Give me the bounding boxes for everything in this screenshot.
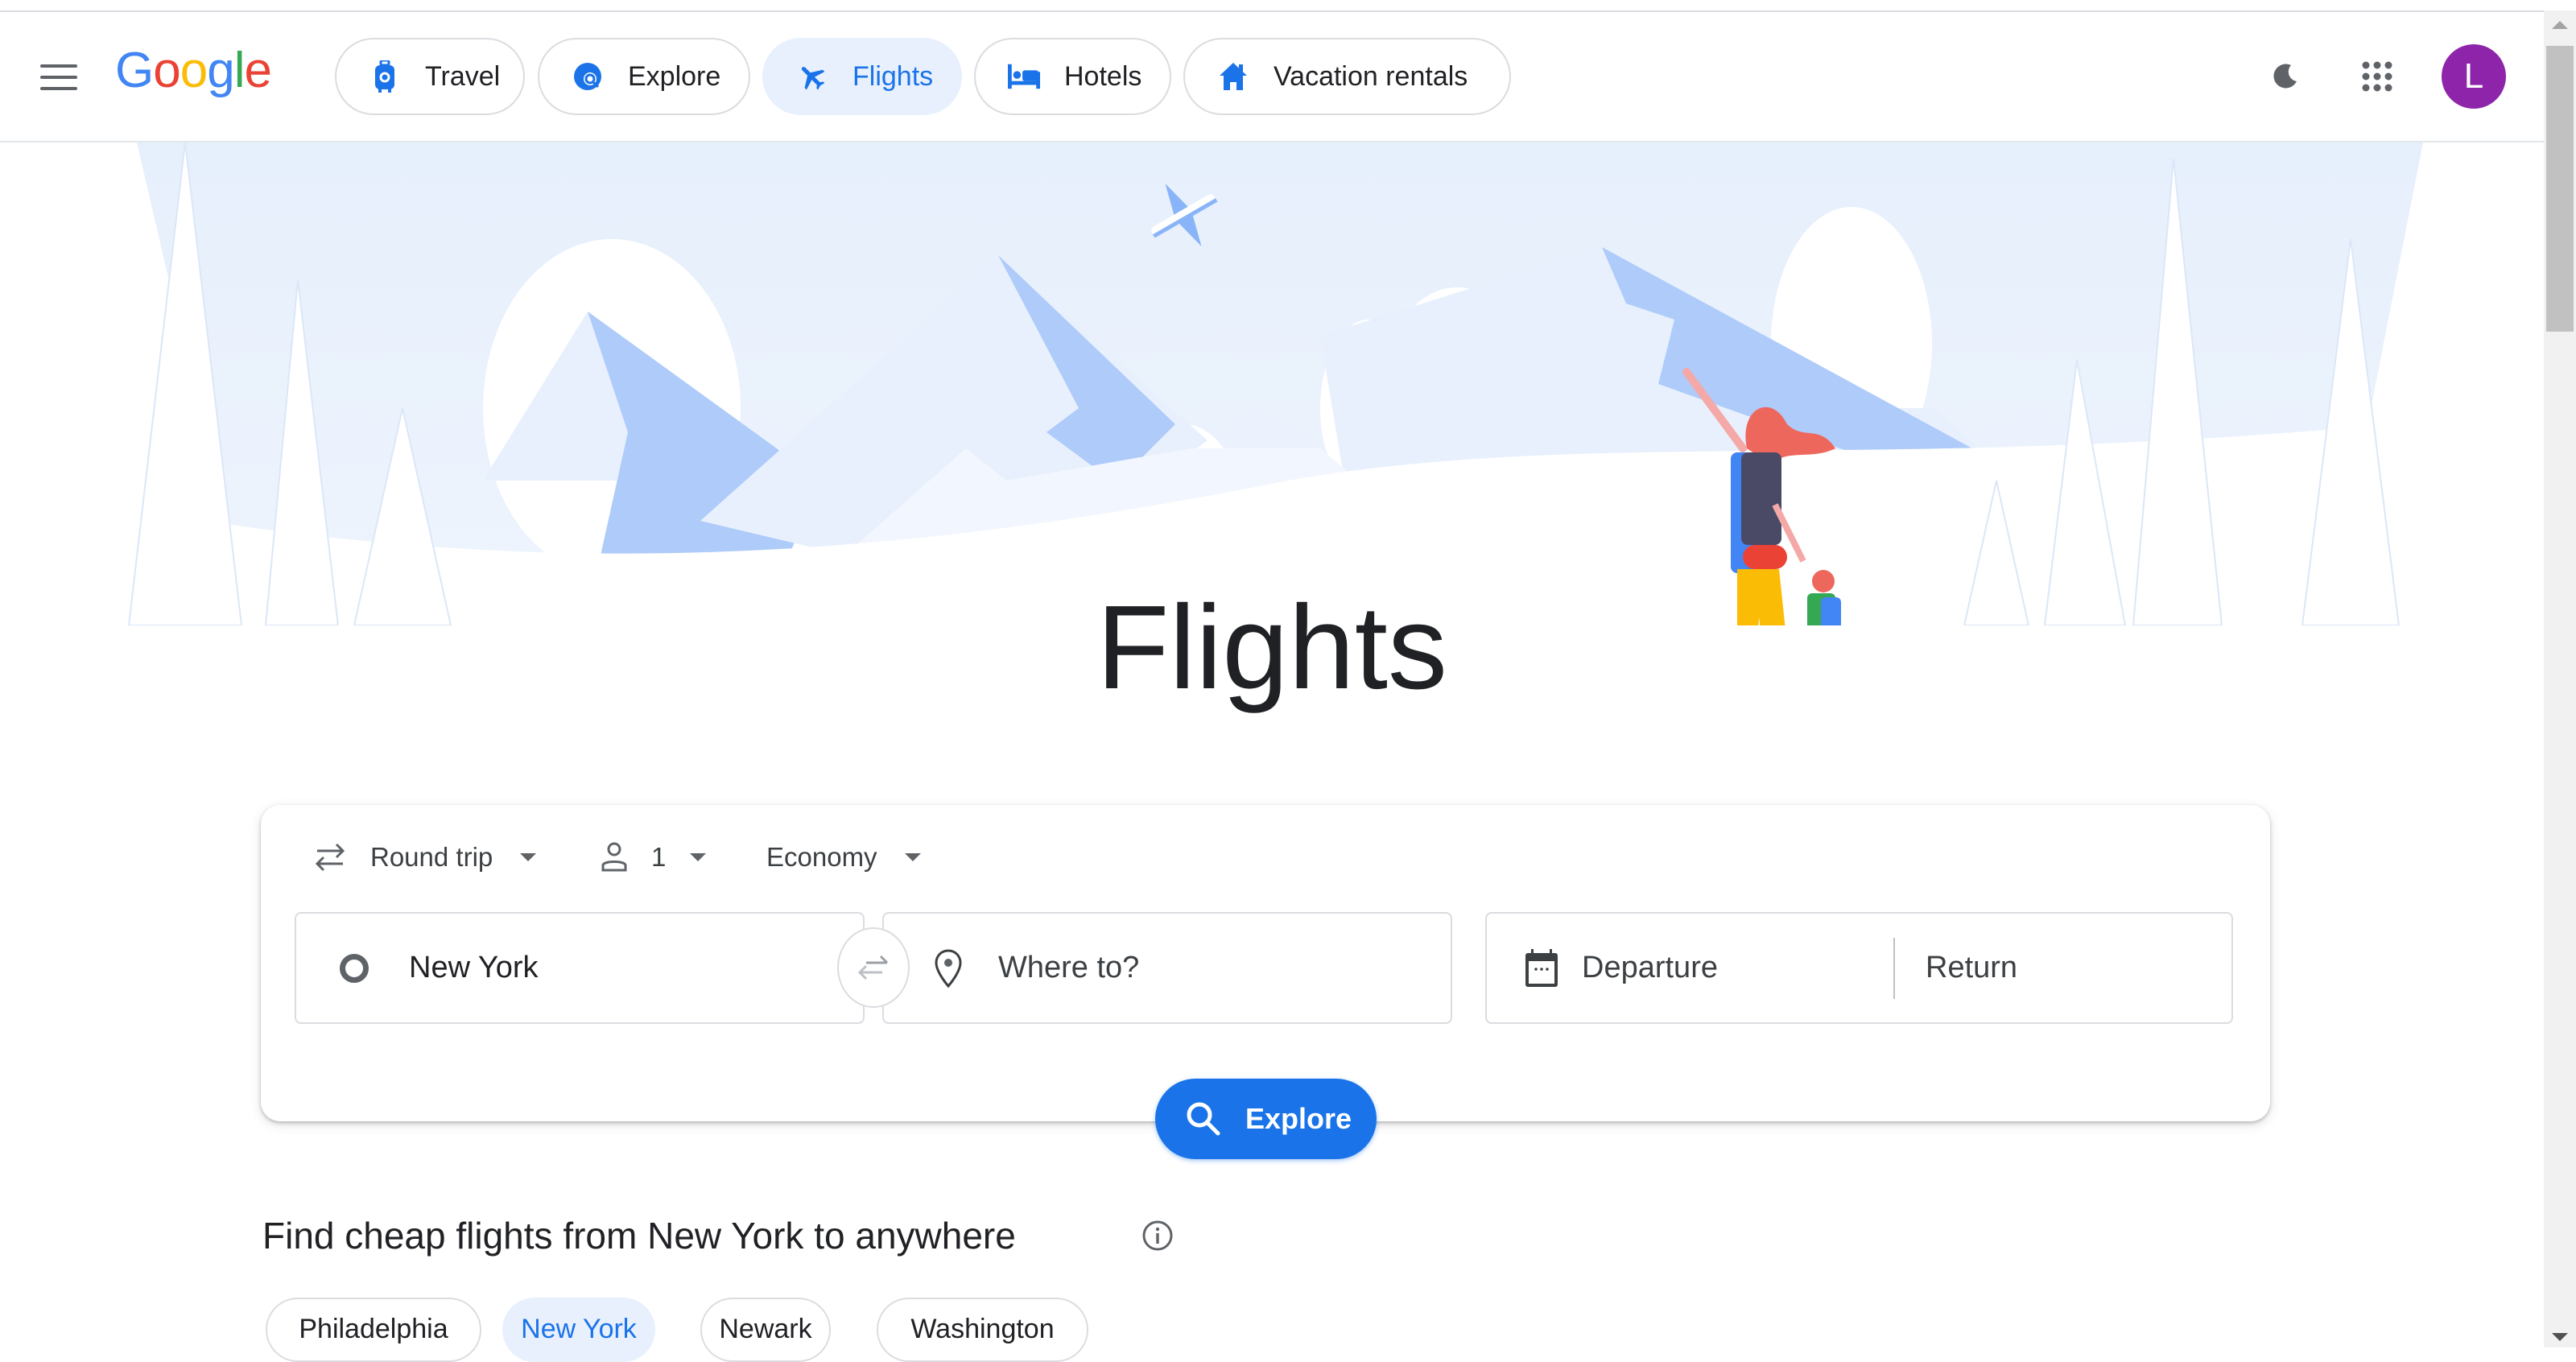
search-icon bbox=[1187, 1102, 1220, 1136]
caret-down-icon bbox=[690, 853, 707, 861]
caret-down-icon bbox=[904, 853, 921, 861]
explore-search-button[interactable]: Explore bbox=[1155, 1079, 1377, 1159]
google-apps-button[interactable] bbox=[2349, 48, 2405, 105]
city-label: Newark bbox=[719, 1314, 812, 1344]
logo-letter: o bbox=[180, 43, 208, 98]
page-title: Flights bbox=[1096, 581, 1447, 714]
tab-vacation-rentals[interactable]: Vacation rentals bbox=[1183, 38, 1511, 115]
flights-hero-illustration bbox=[0, 142, 2544, 625]
trip-type-dropdown[interactable]: Round trip bbox=[312, 833, 537, 881]
passenger-count: 1 bbox=[651, 842, 667, 872]
city-chip-newark[interactable]: Newark bbox=[700, 1298, 831, 1362]
hamburger-line bbox=[40, 76, 77, 79]
tab-label: Flights bbox=[852, 60, 934, 92]
hamburger-menu-icon bbox=[40, 64, 77, 68]
city-label: Washington bbox=[910, 1314, 1055, 1344]
tab-label: Explore bbox=[628, 60, 721, 92]
airplane-icon bbox=[796, 60, 828, 93]
person-icon bbox=[601, 842, 627, 872]
departure-date-field[interactable]: Departure bbox=[1487, 914, 1893, 1022]
city-label: Philadelphia bbox=[299, 1314, 448, 1344]
city-chip-philadelphia[interactable]: Philadelphia bbox=[266, 1298, 481, 1362]
cabin-class-dropdown[interactable]: Economy bbox=[766, 833, 921, 881]
logo-letter: e bbox=[244, 43, 271, 98]
globe-search-icon bbox=[572, 60, 604, 93]
location-pin-icon bbox=[935, 948, 962, 988]
apps-grid-icon bbox=[2362, 61, 2392, 92]
avatar-initial: L bbox=[2463, 56, 2484, 96]
departure-placeholder: Departure bbox=[1582, 951, 1718, 984]
dark-mode-toggle[interactable] bbox=[2256, 48, 2313, 105]
calendar-icon bbox=[1525, 948, 1558, 987]
scroll-up-arrow-icon[interactable] bbox=[2552, 21, 2568, 29]
date-range-input[interactable]: Departure Return bbox=[1485, 912, 2233, 1024]
return-date-field[interactable]: Return bbox=[1895, 914, 2017, 1022]
origin-input[interactable]: New York bbox=[295, 912, 865, 1024]
logo-letter: G bbox=[115, 43, 154, 98]
destination-input[interactable]: Where to? bbox=[882, 912, 1452, 1024]
logo-letter: l bbox=[233, 43, 246, 98]
cheap-flights-heading: Find cheap flights from New York to anyw… bbox=[262, 1215, 1016, 1257]
swap-locations-button[interactable] bbox=[837, 927, 910, 1008]
city-chip-new-york[interactable]: New York bbox=[502, 1298, 655, 1362]
moon-icon bbox=[2273, 64, 2297, 89]
cabin-class-value: Economy bbox=[766, 842, 877, 872]
google-logo[interactable]: Google bbox=[115, 42, 272, 99]
tab-label: Travel bbox=[425, 60, 501, 92]
tab-travel[interactable]: Travel bbox=[335, 38, 525, 115]
tab-label: Vacation rentals bbox=[1274, 60, 1468, 92]
scroll-down-arrow-icon[interactable] bbox=[2552, 1333, 2568, 1341]
caret-down-icon bbox=[520, 853, 537, 861]
logo-letter: o bbox=[153, 43, 180, 98]
destination-placeholder: Where to? bbox=[998, 951, 1140, 984]
trip-type-value: Round trip bbox=[370, 842, 493, 872]
info-icon[interactable] bbox=[1141, 1220, 1174, 1252]
origin-value: New York bbox=[409, 951, 539, 984]
tab-hotels[interactable]: Hotels bbox=[974, 38, 1171, 115]
round-trip-arrows-icon bbox=[315, 843, 345, 872]
tab-flights[interactable]: Flights bbox=[762, 38, 962, 115]
explore-label: Explore bbox=[1245, 1102, 1352, 1135]
account-avatar[interactable]: L bbox=[2442, 44, 2506, 109]
tab-label: Hotels bbox=[1064, 60, 1142, 92]
tab-explore[interactable]: Explore bbox=[538, 38, 750, 115]
return-placeholder: Return bbox=[1926, 951, 2018, 984]
bed-icon bbox=[1008, 60, 1040, 93]
logo-letter: g bbox=[207, 43, 234, 98]
city-label: New York bbox=[521, 1314, 637, 1344]
browser-top-edge bbox=[0, 0, 2544, 12]
house-icon bbox=[1217, 60, 1249, 93]
city-chip-washington[interactable]: Washington bbox=[877, 1298, 1088, 1362]
swap-arrows-icon bbox=[857, 955, 889, 980]
luggage-icon bbox=[369, 60, 401, 93]
hamburger-line bbox=[40, 87, 77, 90]
passengers-dropdown[interactable]: 1 bbox=[600, 833, 707, 881]
main-menu-button[interactable] bbox=[40, 64, 77, 90]
scrollbar-thumb[interactable] bbox=[2546, 46, 2574, 332]
origin-circle-icon bbox=[340, 953, 369, 983]
